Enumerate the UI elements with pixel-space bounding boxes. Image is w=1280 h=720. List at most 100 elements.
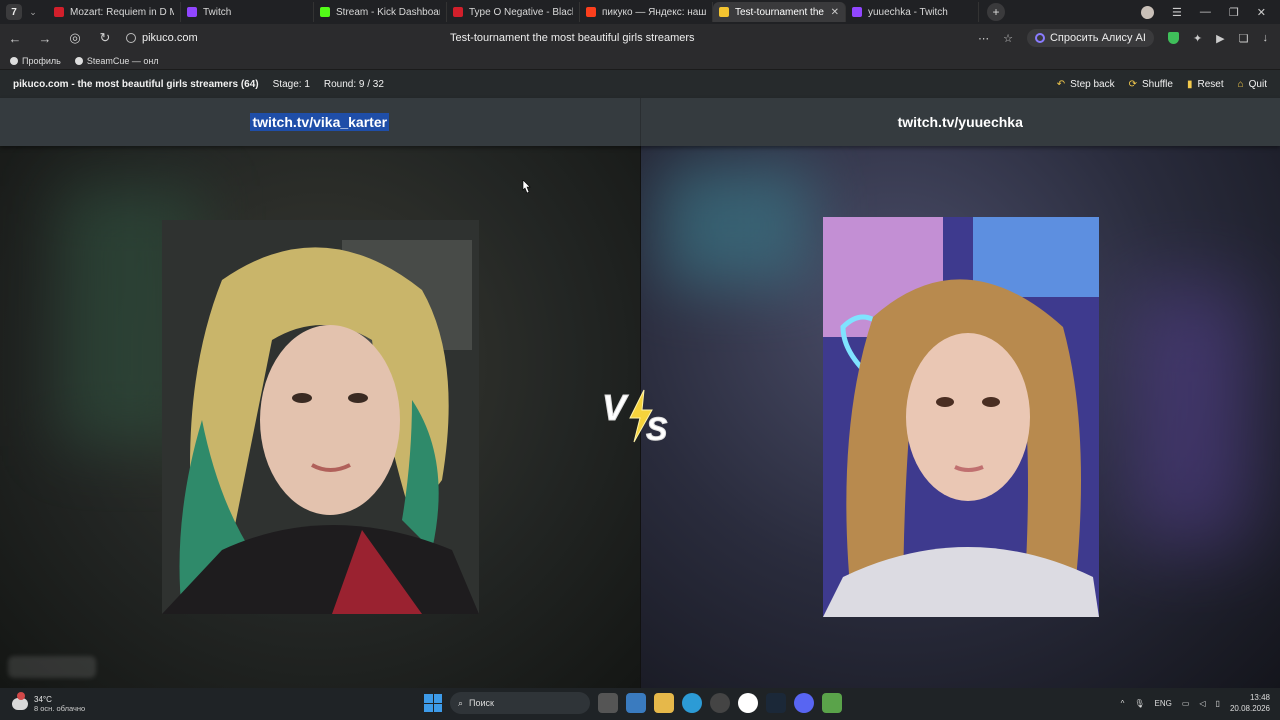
browser-tab-strip: 7 ⌄ Mozart: Requiem in D Min Twitch Stream… bbox=[0, 0, 1280, 24]
discord-icon[interactable] bbox=[794, 693, 814, 713]
minecraft-icon[interactable] bbox=[822, 693, 842, 713]
restore-button[interactable]: ❐ bbox=[1229, 6, 1239, 19]
protect-icon[interactable]: ◎ bbox=[60, 30, 90, 46]
bookmark-steamcue[interactable]: SteamCue — онл bbox=[74, 56, 159, 66]
left-contestant-panel[interactable] bbox=[0, 146, 640, 688]
tab-favicon-icon bbox=[320, 7, 330, 17]
language-indicator[interactable]: ENG bbox=[1154, 699, 1171, 708]
weather-temp: 34°C bbox=[34, 695, 52, 704]
step-back-button[interactable]: ↶ Step back bbox=[1057, 79, 1115, 90]
trash-icon: ▮ bbox=[1186, 78, 1193, 90]
bookmark-profile[interactable]: Профиль bbox=[10, 56, 61, 66]
minimize-button[interactable]: — bbox=[1200, 6, 1211, 18]
start-button[interactable] bbox=[424, 694, 442, 712]
more-icon[interactable]: ⋯ bbox=[978, 32, 989, 45]
back-button[interactable]: ← bbox=[0, 31, 30, 46]
left-contestant-name[interactable]: twitch.tv/vika_karter bbox=[250, 113, 390, 131]
network-icon[interactable]: ▭ bbox=[1182, 699, 1190, 708]
clock-time: 13:48 bbox=[1249, 693, 1270, 702]
right-contestant-photo[interactable] bbox=[822, 217, 1099, 617]
bookmarks-bar: Профиль SteamCue — онл bbox=[0, 52, 1280, 70]
stage-label: Stage: 1 bbox=[272, 78, 310, 90]
tab-title: yuuechka - Twitch bbox=[868, 6, 948, 18]
shuffle-label: Shuffle bbox=[1142, 78, 1173, 90]
tab-title: Test-tournament the m bbox=[735, 6, 827, 18]
task-view-icon[interactable] bbox=[598, 693, 618, 713]
close-window-button[interactable]: ✕ bbox=[1257, 6, 1266, 19]
file-explorer-icon[interactable] bbox=[654, 693, 674, 713]
right-contestant-name[interactable]: twitch.tv/yuuechka bbox=[898, 114, 1023, 130]
tab-favicon-icon bbox=[719, 7, 729, 17]
left-contestant-photo[interactable] bbox=[162, 220, 479, 614]
steam-icon bbox=[74, 56, 83, 65]
tournament-header: pikuco.com - the most beautiful girls st… bbox=[0, 70, 1280, 98]
steam-icon[interactable] bbox=[766, 693, 786, 713]
browser-tab[interactable]: Test-tournament the m ✕ bbox=[713, 2, 846, 22]
menu-icon[interactable]: ☰ bbox=[1172, 6, 1182, 19]
volume-icon[interactable]: ◁ bbox=[1199, 699, 1205, 708]
undo-icon: ↶ bbox=[1056, 78, 1066, 90]
weather-widget[interactable]: 34°C 8 осн. облачно bbox=[0, 692, 200, 713]
browser-tab[interactable]: Twitch bbox=[181, 2, 314, 22]
url-field[interactable]: pikuco.com bbox=[126, 32, 426, 44]
tab-favicon-icon bbox=[187, 7, 197, 17]
weather-desc: 8 осн. облачно bbox=[34, 704, 86, 713]
tab-title: пикуко — Яндекс: нашло bbox=[602, 6, 706, 18]
left-contestant-name-cell[interactable]: twitch.tv/vika_karter bbox=[0, 98, 640, 146]
browser-tab[interactable]: Type O Negative - Black N bbox=[447, 2, 580, 22]
app-icon[interactable] bbox=[710, 693, 730, 713]
downloads-icon[interactable]: ↓ bbox=[1263, 32, 1269, 44]
taskbar-search[interactable]: ⌕ Поиск bbox=[450, 692, 590, 714]
reset-button[interactable]: ▮ Reset bbox=[1187, 79, 1224, 90]
tab-favicon-icon bbox=[54, 7, 64, 17]
reload-button[interactable]: ↻ bbox=[90, 30, 120, 46]
microphone-icon[interactable]: 🎙 bbox=[1134, 699, 1144, 708]
browser-tab[interactable]: Stream - Kick Dashboard bbox=[314, 2, 447, 22]
profile-avatar[interactable] bbox=[1141, 5, 1155, 19]
bookmark-label: Профиль bbox=[22, 55, 61, 66]
alice-icon bbox=[1034, 33, 1045, 43]
forward-button[interactable]: → bbox=[30, 31, 60, 46]
versus-icon: V S bbox=[602, 387, 669, 448]
round-label: Round: 9 / 32 bbox=[323, 78, 384, 90]
tab-title: Type O Negative - Black N bbox=[469, 6, 573, 18]
gallery-icon[interactable] bbox=[626, 693, 646, 713]
quit-button[interactable]: ⌂ Quit bbox=[1238, 79, 1267, 90]
notification-badge bbox=[17, 692, 25, 700]
bookmark-icon[interactable]: ☆ bbox=[1003, 32, 1013, 45]
battery-icon[interactable]: ▯ bbox=[1216, 699, 1220, 708]
media-icon[interactable]: ▶ bbox=[1216, 32, 1224, 45]
browser-logo-icon[interactable]: 7 bbox=[6, 4, 22, 20]
browser-tab[interactable]: пикуко — Яндекс: нашло bbox=[580, 2, 713, 22]
blurred-overlay-button[interactable] bbox=[8, 656, 96, 678]
shield-extension-icon[interactable] bbox=[1167, 32, 1179, 44]
yandex-browser-icon[interactable] bbox=[738, 693, 758, 713]
reset-label: Reset bbox=[1197, 78, 1224, 90]
shuffle-button[interactable]: ⟳ Shuffle bbox=[1129, 79, 1173, 90]
right-contestant-name-cell[interactable]: twitch.tv/yuuechka bbox=[639, 98, 1280, 146]
site-info-icon[interactable] bbox=[126, 33, 136, 43]
step-back-label: Step back bbox=[1070, 78, 1115, 90]
extensions-icon[interactable]: ✦ bbox=[1193, 32, 1202, 45]
close-tab-icon[interactable]: ✕ bbox=[831, 7, 839, 18]
collections-icon[interactable]: ❏ bbox=[1239, 32, 1249, 45]
mouse-cursor-icon bbox=[522, 180, 531, 194]
weather-cloud-icon bbox=[12, 692, 28, 710]
tab-title: Mozart: Requiem in D Min bbox=[70, 6, 174, 18]
tray-chevron-icon[interactable]: ^ bbox=[1121, 699, 1125, 708]
tournament-title: pikuco.com - the most beautiful girls st… bbox=[13, 78, 259, 90]
tabs-menu-chevron-icon[interactable]: ⌄ bbox=[26, 7, 40, 18]
clock-date: 20.08.2026 bbox=[1229, 704, 1270, 713]
address-bar: ← → ◎ ↻ pikuco.com Test-tournament the m… bbox=[0, 24, 1280, 52]
new-tab-button[interactable]: + bbox=[987, 3, 1005, 21]
clock[interactable]: 13:48 20.08.2026 bbox=[1230, 692, 1270, 714]
browser-tab[interactable]: Mozart: Requiem in D Min bbox=[48, 2, 181, 22]
ask-alice-button[interactable]: Спросить Алису AI bbox=[1026, 29, 1154, 47]
right-contestant-panel[interactable] bbox=[639, 146, 1280, 688]
svg-text:V: V bbox=[602, 387, 629, 428]
browser-tab[interactable]: yuuechka - Twitch bbox=[846, 2, 979, 22]
windows-taskbar: 34°C 8 осн. облачно ⌕ Поиск ^ 🎙 ENG ▭ ◁ … bbox=[0, 688, 1280, 720]
page-title: Test-tournament the most beautiful girls… bbox=[450, 32, 695, 44]
edge-icon[interactable] bbox=[682, 693, 702, 713]
search-icon: ⌕ bbox=[458, 697, 464, 708]
